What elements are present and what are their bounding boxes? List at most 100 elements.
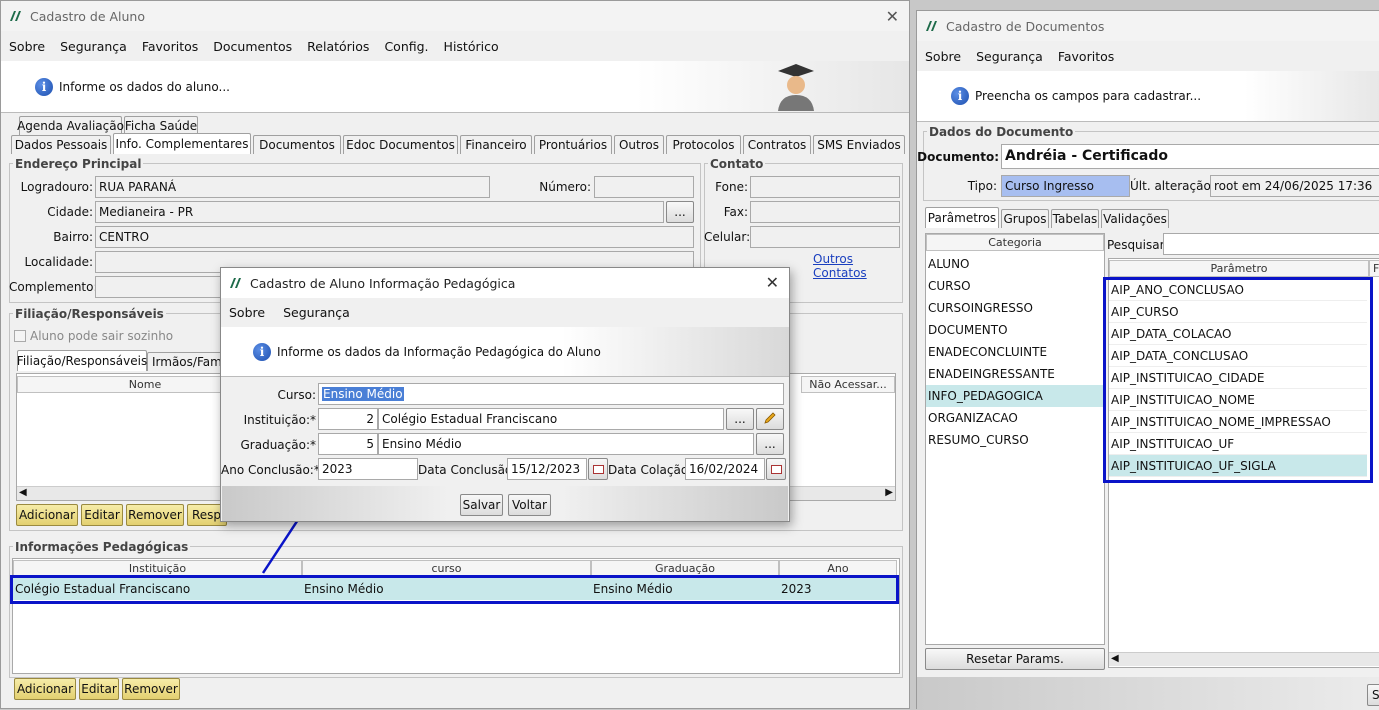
tab-info-complementares[interactable]: Info. Complementares	[113, 133, 251, 154]
categoria-item[interactable]: RESUMO_CURSO	[926, 429, 1104, 451]
categoria-header[interactable]: Categoria	[926, 234, 1104, 251]
info-ped-editar-button[interactable]: Editar	[79, 678, 119, 700]
filiacao-remover-button[interactable]: Remover	[126, 504, 184, 526]
instituicao-search-button[interactable]: ...	[726, 408, 754, 430]
instituicao-name-field[interactable]: Colégio Estadual Franciscano	[378, 408, 724, 430]
doc-footer	[917, 677, 1379, 710]
scroll-right-icon[interactable]: ▶	[885, 487, 893, 498]
graduacao-name-field[interactable]: Ensino Médio	[378, 433, 754, 455]
dados-documento-title: Dados do Documento	[927, 125, 1076, 139]
categoria-item[interactable]: INFO_PEDAGOGICA	[926, 385, 1104, 407]
pencil-icon	[763, 411, 777, 428]
menu-documentos[interactable]: Documentos	[213, 39, 292, 54]
tipo-label: Tipo:	[967, 179, 997, 193]
celular-field[interactable]	[750, 226, 900, 248]
tab-dados-pessoais[interactable]: Dados Pessoais	[11, 135, 111, 154]
info-ped-remover-button[interactable]: Remover	[122, 678, 180, 700]
localidade-label: Localidade:	[24, 255, 93, 269]
salvar-button[interactable]: Salvar	[460, 494, 503, 516]
corner-button[interactable]: S	[1367, 684, 1379, 706]
categoria-item[interactable]: DOCUMENTO	[926, 319, 1104, 341]
tab-validacoes[interactable]: Validações	[1101, 209, 1169, 228]
curso-field[interactable]: Ensino Médio	[318, 383, 784, 405]
parametro-scrollbar[interactable]: ◀	[1109, 652, 1379, 666]
categoria-item[interactable]: ORGANIZACAO	[926, 407, 1104, 429]
tab-sms-enviados[interactable]: SMS Enviados	[813, 135, 905, 154]
aluno-banner: i Informe os dados do aluno...	[1, 61, 909, 113]
dialog-close-icon[interactable]: ✕	[766, 273, 779, 292]
categoria-item[interactable]: CURSOINGRESSO	[926, 297, 1104, 319]
doc-menu-favoritos[interactable]: Favoritos	[1058, 49, 1114, 64]
menu-sobre[interactable]: Sobre	[9, 39, 45, 54]
tab-parametros[interactable]: Parâmetros	[925, 207, 999, 228]
voltar-button[interactable]: Voltar	[508, 494, 551, 516]
tab-tabelas[interactable]: Tabelas	[1051, 209, 1099, 228]
dialog-footer	[222, 486, 788, 521]
menu-historico[interactable]: Histórico	[444, 39, 499, 54]
tab-financeiro[interactable]: Financeiro	[460, 135, 532, 154]
outros-contatos-link[interactable]: Outros Contatos	[813, 252, 909, 280]
documentos-titlebar: Cadastro de Documentos	[917, 11, 1379, 41]
doc-menu-sobre[interactable]: Sobre	[925, 49, 961, 64]
filiacao-adicionar-button[interactable]: Adicionar	[16, 504, 78, 526]
tipo-field[interactable]: Curso Ingresso	[1001, 175, 1130, 197]
sair-sozinho-label: Aluno pode sair sozinho	[30, 329, 174, 343]
curso-label: Curso:	[277, 388, 316, 402]
subtab-irmaos[interactable]: Irmãos/Famil	[147, 352, 223, 371]
tab-agenda-avaliacao[interactable]: Agenda Avaliação	[17, 116, 124, 135]
graduacao-search-button[interactable]: ...	[756, 433, 784, 455]
menu-config[interactable]: Config.	[384, 39, 428, 54]
tab-documentos[interactable]: Documentos	[253, 135, 341, 154]
info-ped-adicionar-button[interactable]: Adicionar	[14, 678, 76, 700]
instituicao-edit-button[interactable]	[756, 408, 784, 430]
fone-field[interactable]	[750, 176, 900, 198]
subtab-filiacao[interactable]: Filiação/Responsáveis	[17, 350, 147, 371]
fax-field[interactable]	[750, 201, 900, 223]
data-conclusao-field[interactable]: 15/12/2023	[507, 458, 587, 480]
celular-label: Celular:	[704, 230, 751, 244]
resetar-params-button[interactable]: Resetar Params.	[925, 648, 1105, 670]
categoria-item[interactable]: ALUNO	[926, 253, 1104, 275]
cidade-search-button[interactable]: ...	[666, 201, 694, 223]
instituicao-code-field[interactable]: 2	[318, 408, 378, 430]
tab-protocolos[interactable]: Protocolos	[666, 135, 741, 154]
parametro-header[interactable]: Parâmetro	[1109, 260, 1369, 277]
tab-edoc-documentos[interactable]: Edoc Documentos	[343, 135, 458, 154]
filiacao-editar-button[interactable]: Editar	[81, 504, 123, 526]
menu-seguranca[interactable]: Segurança	[60, 39, 127, 54]
tab-contratos[interactable]: Contratos	[743, 135, 811, 154]
contato-title: Contato	[708, 157, 766, 171]
tab-outros[interactable]: Outros	[614, 135, 664, 154]
sair-sozinho-checkbox[interactable]	[14, 330, 26, 342]
close-icon[interactable]: ✕	[886, 7, 899, 26]
data-conclusao-calendar-button[interactable]	[588, 458, 608, 480]
data-colacao-label: Data Colação:	[608, 463, 693, 477]
categoria-item[interactable]: CURSO	[926, 275, 1104, 297]
cidade-field[interactable]: Medianeira - PR	[95, 201, 664, 223]
menu-favoritos[interactable]: Favoritos	[142, 39, 198, 54]
doc-menu-seguranca[interactable]: Segurança	[976, 49, 1043, 64]
doc-banner-text: Preencha os campos para cadastrar...	[975, 89, 1202, 103]
window-title: Cadastro de Aluno	[30, 8, 145, 24]
categoria-item[interactable]: ENADEINGRESSANTE	[926, 363, 1104, 385]
bairro-field[interactable]: CENTRO	[95, 226, 694, 248]
parametro-header-2[interactable]: F	[1369, 260, 1379, 277]
menu-relatorios[interactable]: Relatórios	[307, 39, 369, 54]
ano-conclusao-field[interactable]: 2023	[318, 458, 418, 480]
data-colacao-field[interactable]: 16/02/2024	[685, 458, 765, 480]
col-nao-acessar-header[interactable]: Não Acessar...	[801, 376, 895, 393]
pesquisar-field[interactable]	[1163, 233, 1379, 255]
categoria-item[interactable]: ENADECONCLUINTE	[926, 341, 1104, 363]
numero-field[interactable]	[594, 176, 694, 198]
param-scroll-left-icon[interactable]: ◀	[1111, 653, 1119, 664]
tab-grupos[interactable]: Grupos	[1001, 209, 1049, 228]
scroll-left-icon[interactable]: ◀	[19, 487, 27, 498]
data-colacao-calendar-button[interactable]	[766, 458, 786, 480]
graduacao-code-field[interactable]: 5	[318, 433, 378, 455]
logradouro-field[interactable]: RUA PARANÁ	[95, 176, 490, 198]
dialog-menu-seguranca[interactable]: Segurança	[283, 305, 350, 320]
documento-field[interactable]: Andréia - Certificado	[1001, 144, 1379, 169]
tab-prontuarios[interactable]: Prontuários	[534, 135, 612, 154]
dialog-menu-sobre[interactable]: Sobre	[229, 305, 265, 320]
dialog-banner-text: Informe os dados da Informação Pedagógic…	[277, 344, 601, 359]
